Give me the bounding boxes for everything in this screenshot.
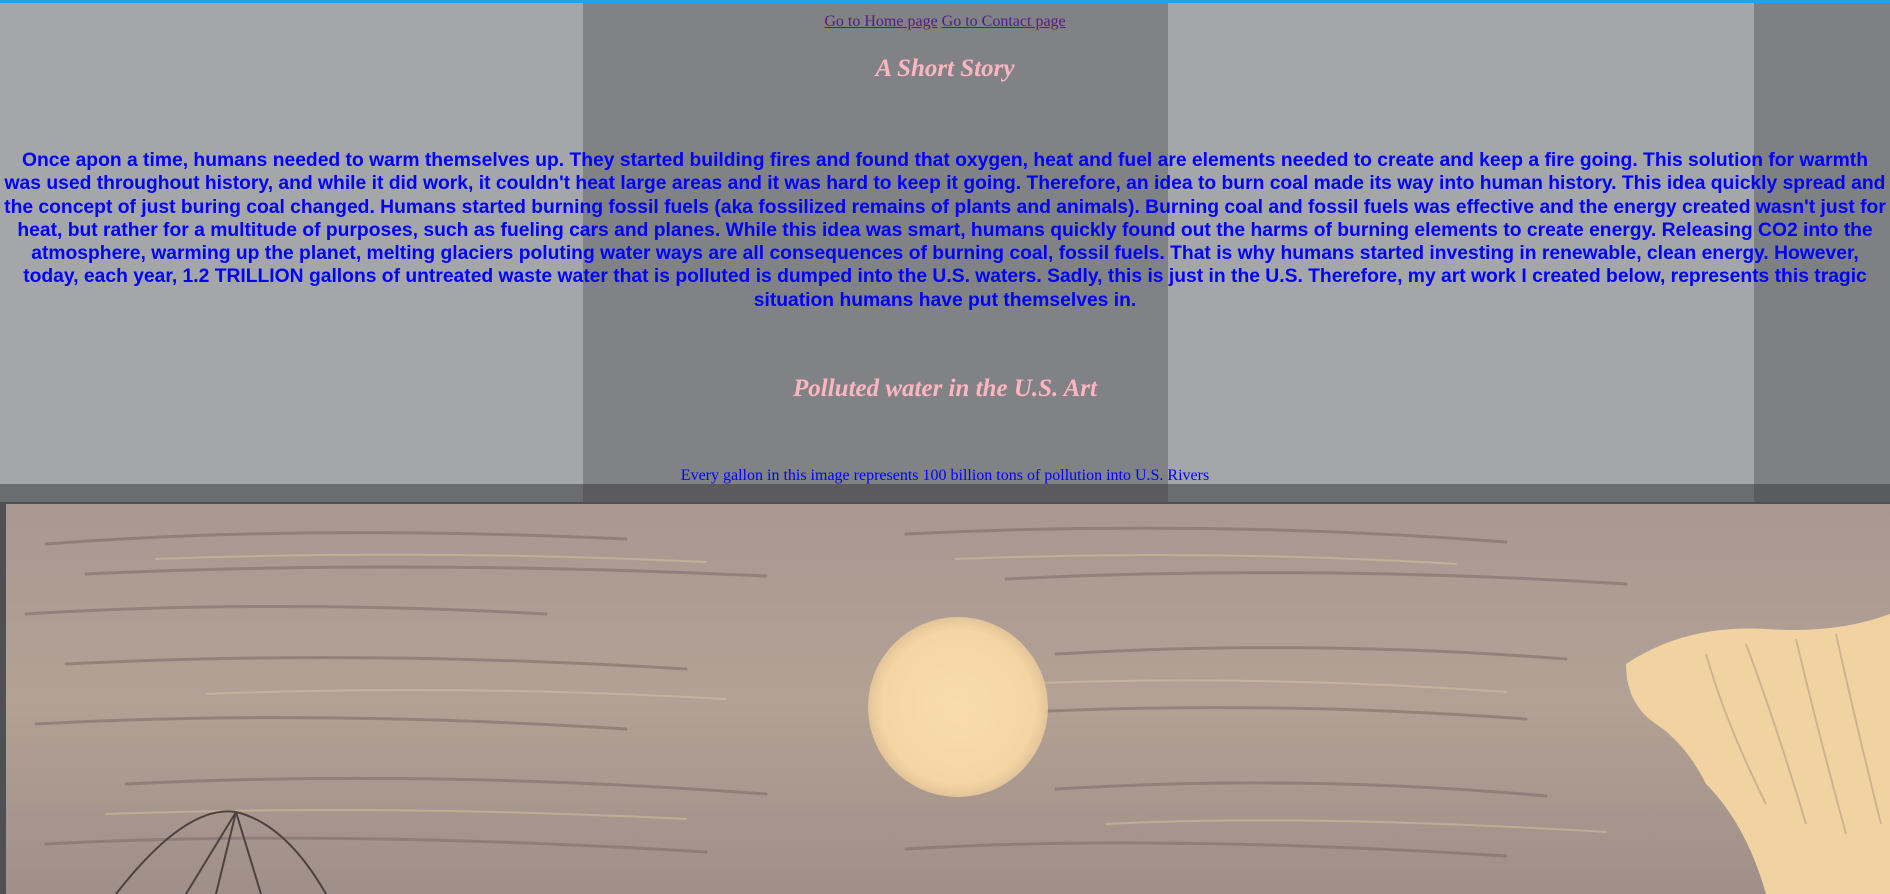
top-accent-line	[0, 0, 1890, 3]
home-link[interactable]: Go to Home page	[824, 13, 937, 30]
contact-link[interactable]: Go to Contact page	[942, 13, 1066, 30]
pollution-artwork	[6, 504, 1890, 894]
story-title: A Short Story	[875, 55, 1015, 82]
story-body: Once apon a time, humans needed to warm …	[4, 150, 1886, 311]
art-title: Polluted water in the U.S. Art	[793, 375, 1097, 402]
moon	[868, 617, 1048, 797]
art-caption: Every gallon in this image represents 10…	[680, 467, 1210, 484]
top-navigation: Go to Home page Go to Contact page	[0, 12, 1890, 32]
image-top-shadow	[0, 484, 1890, 504]
